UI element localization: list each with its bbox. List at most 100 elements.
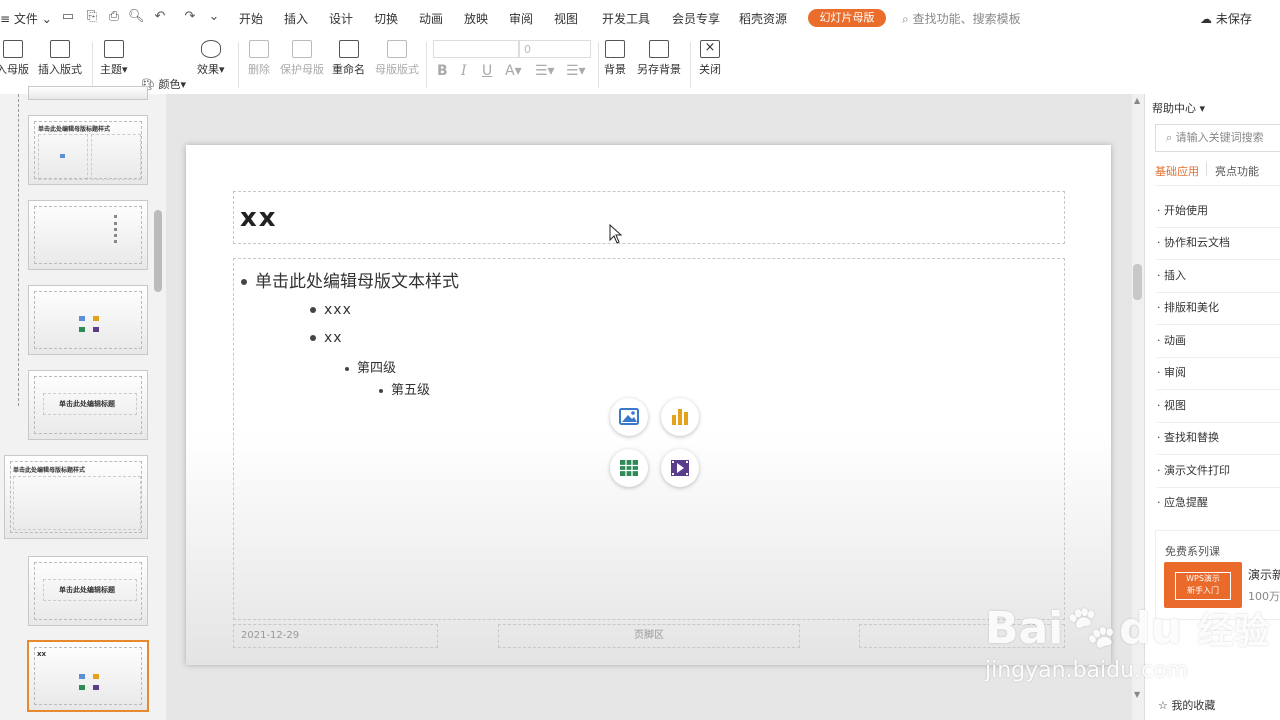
save-status[interactable]: ☁ 未保存 (1200, 10, 1252, 27)
tab-review[interactable]: 审阅 (509, 10, 533, 27)
help-item-layout[interactable]: · 排版和美化 (1157, 299, 1280, 325)
footer-placeholder[interactable]: 页脚区 (498, 624, 800, 648)
master-thumbnail[interactable]: 单击此处编辑母版标题样式 (4, 455, 148, 539)
ribbon-divider (690, 42, 691, 88)
save-icon[interactable]: ▭ (60, 9, 76, 25)
tab-animation[interactable]: 动画 (419, 10, 443, 27)
tab-basic-apps[interactable]: 基础应用 (1155, 163, 1199, 179)
scroll-up-icon[interactable]: ▲ (1134, 96, 1140, 105)
bullet-list-icon[interactable]: ☰▾ (535, 63, 555, 79)
title-placeholder[interactable] (233, 191, 1065, 244)
background-button[interactable]: 背景 (604, 40, 626, 77)
body-placeholder[interactable] (233, 258, 1065, 620)
underline-icon[interactable]: U (482, 63, 492, 79)
layout-thumbnail[interactable]: 单击此处编辑母版标题样式 (28, 115, 148, 185)
course-thumbnail[interactable]: WPS演示 新手入门 (1164, 562, 1242, 608)
undo-icon[interactable]: ↶ (152, 9, 168, 25)
help-item-find-replace[interactable]: · 查找和替换 (1157, 429, 1280, 455)
font-size-select[interactable]: 0 (519, 40, 591, 58)
preview-icon[interactable]: 🔍︎ (128, 9, 145, 25)
help-item-animation[interactable]: · 动画 (1157, 332, 1280, 358)
tab-highlight-features[interactable]: 亮点功能 (1215, 163, 1259, 179)
help-item-label: 排版和美化 (1164, 301, 1219, 314)
file-menu[interactable]: ≡ 文件 ⌄ (0, 10, 52, 27)
tab-docer[interactable]: 稻壳资源 (739, 10, 787, 27)
help-item-label: 审阅 (1164, 366, 1186, 379)
help-item-label: 视图 (1164, 399, 1186, 412)
footer-date: 2021-12-29 (241, 630, 300, 641)
tab-design[interactable]: 设计 (329, 10, 353, 27)
help-item-emergency[interactable]: · 应急提醒 (1157, 494, 1280, 519)
italic-icon[interactable]: I (461, 63, 467, 79)
help-search-input[interactable]: ⌕ 请输入关键词搜索 (1155, 124, 1280, 152)
help-item-label: 插入 (1164, 269, 1186, 282)
insert-table-button[interactable] (610, 449, 648, 487)
font-family-select[interactable] (433, 40, 519, 58)
search-icon: ⌕ (902, 12, 909, 26)
help-item-print[interactable]: · 演示文件打印 (1157, 462, 1280, 488)
course-name[interactable]: 演示新 (1248, 566, 1280, 583)
help-item-view[interactable]: · 视图 (1157, 397, 1280, 423)
layout-thumbnail[interactable] (28, 285, 148, 355)
delete-button[interactable]: 删除 (248, 40, 270, 77)
redo-icon[interactable]: ↷ (182, 9, 198, 25)
tab-insert[interactable]: 插入 (284, 10, 308, 27)
save-background-button[interactable]: 另存背景 (637, 40, 681, 77)
thumbnail-title: 单击此处编辑母版标题样式 (13, 467, 86, 474)
print-icon[interactable]: ⎙ (106, 9, 122, 25)
star-icon: ☆ (1158, 699, 1168, 712)
thumbnail-title: 单击此处编辑标题 (59, 586, 115, 594)
save-background-label: 另存背景 (637, 63, 681, 76)
numbered-list-icon[interactable]: ☰▾ (566, 63, 586, 79)
font-size-value: 0 (524, 43, 531, 56)
ribbon-divider (238, 42, 239, 88)
help-search-placeholder: 请输入关键词搜索 (1175, 131, 1264, 144)
ribbon-divider (426, 42, 427, 88)
insert-picture-button[interactable] (610, 398, 648, 436)
help-item-cloud-docs[interactable]: · 协作和云文档 (1157, 234, 1280, 260)
canvas-scrollbar[interactable] (1132, 94, 1144, 720)
delete-icon (249, 40, 269, 58)
help-item-insert[interactable]: · 插入 (1157, 267, 1280, 293)
my-favorites-link[interactable]: ☆ 我的收藏 (1158, 697, 1215, 713)
slide-number-placeholder[interactable] (859, 624, 1065, 648)
bold-icon[interactable]: B (437, 63, 448, 79)
tab-member[interactable]: 会员专享 (672, 10, 720, 27)
insert-master-button[interactable]: 入母版 (0, 40, 29, 77)
tab-slide-master[interactable]: 幻灯片母版 (808, 9, 886, 27)
slide-thumbnail-panel[interactable]: 单击此处编辑母版标题样式 单击此处编辑标题 单击此处编辑母版标题样式 单击此处编… (0, 86, 166, 720)
help-item-label: 开始使用 (1164, 204, 1208, 217)
layout-thumbnail[interactable] (28, 200, 148, 270)
insert-layout-button[interactable]: 插入版式 (38, 40, 82, 77)
tab-developer[interactable]: 开发工具 (602, 10, 650, 27)
help-item-review[interactable]: · 审阅 (1157, 364, 1280, 390)
layout-thumbnail[interactable] (28, 86, 148, 100)
help-center-header[interactable]: 帮助中心 ▾ (1152, 100, 1205, 116)
search-input[interactable]: ⌕ 查找功能、搜索模板 (902, 10, 1021, 27)
rename-button[interactable]: 重命名 (332, 40, 365, 77)
layout-thumbnail[interactable]: 单击此处编辑标题 (28, 556, 148, 626)
close-master-button[interactable]: × 关闭 (699, 40, 721, 77)
help-item-getting-started[interactable]: · 开始使用 (1157, 202, 1280, 228)
insert-video-button[interactable] (661, 449, 699, 487)
export-icon[interactable]: ⎘ (84, 9, 100, 25)
scroll-down-icon[interactable]: ▼ (1134, 690, 1140, 699)
protect-master-button[interactable]: 保护母版 (280, 40, 324, 77)
canvas-scrollbar-thumb[interactable] (1133, 264, 1142, 300)
font-color-icon[interactable]: A▾ (505, 63, 522, 79)
insert-layout-icon (50, 40, 70, 58)
file-menu-label: 文件 (13, 12, 38, 26)
theme-button[interactable]: 主题▾ (100, 40, 128, 77)
layout-thumbnail[interactable]: 单击此处编辑标题 (28, 370, 148, 440)
layout-thumbnail-selected[interactable]: xx (27, 640, 149, 712)
master-layout-button[interactable]: 母版版式 (375, 40, 419, 77)
effect-button[interactable]: 效果▾ (197, 40, 225, 77)
thumbnail-scrollbar[interactable] (154, 210, 162, 292)
tab-slideshow[interactable]: 放映 (464, 10, 488, 27)
tab-transition[interactable]: 切换 (374, 10, 398, 27)
date-placeholder[interactable]: 2021-12-29 (233, 624, 438, 648)
insert-chart-button[interactable] (661, 398, 699, 436)
customize-icon[interactable]: ⌄ (206, 9, 222, 25)
tab-view[interactable]: 视图 (554, 10, 578, 27)
tab-home[interactable]: 开始 (239, 10, 263, 27)
